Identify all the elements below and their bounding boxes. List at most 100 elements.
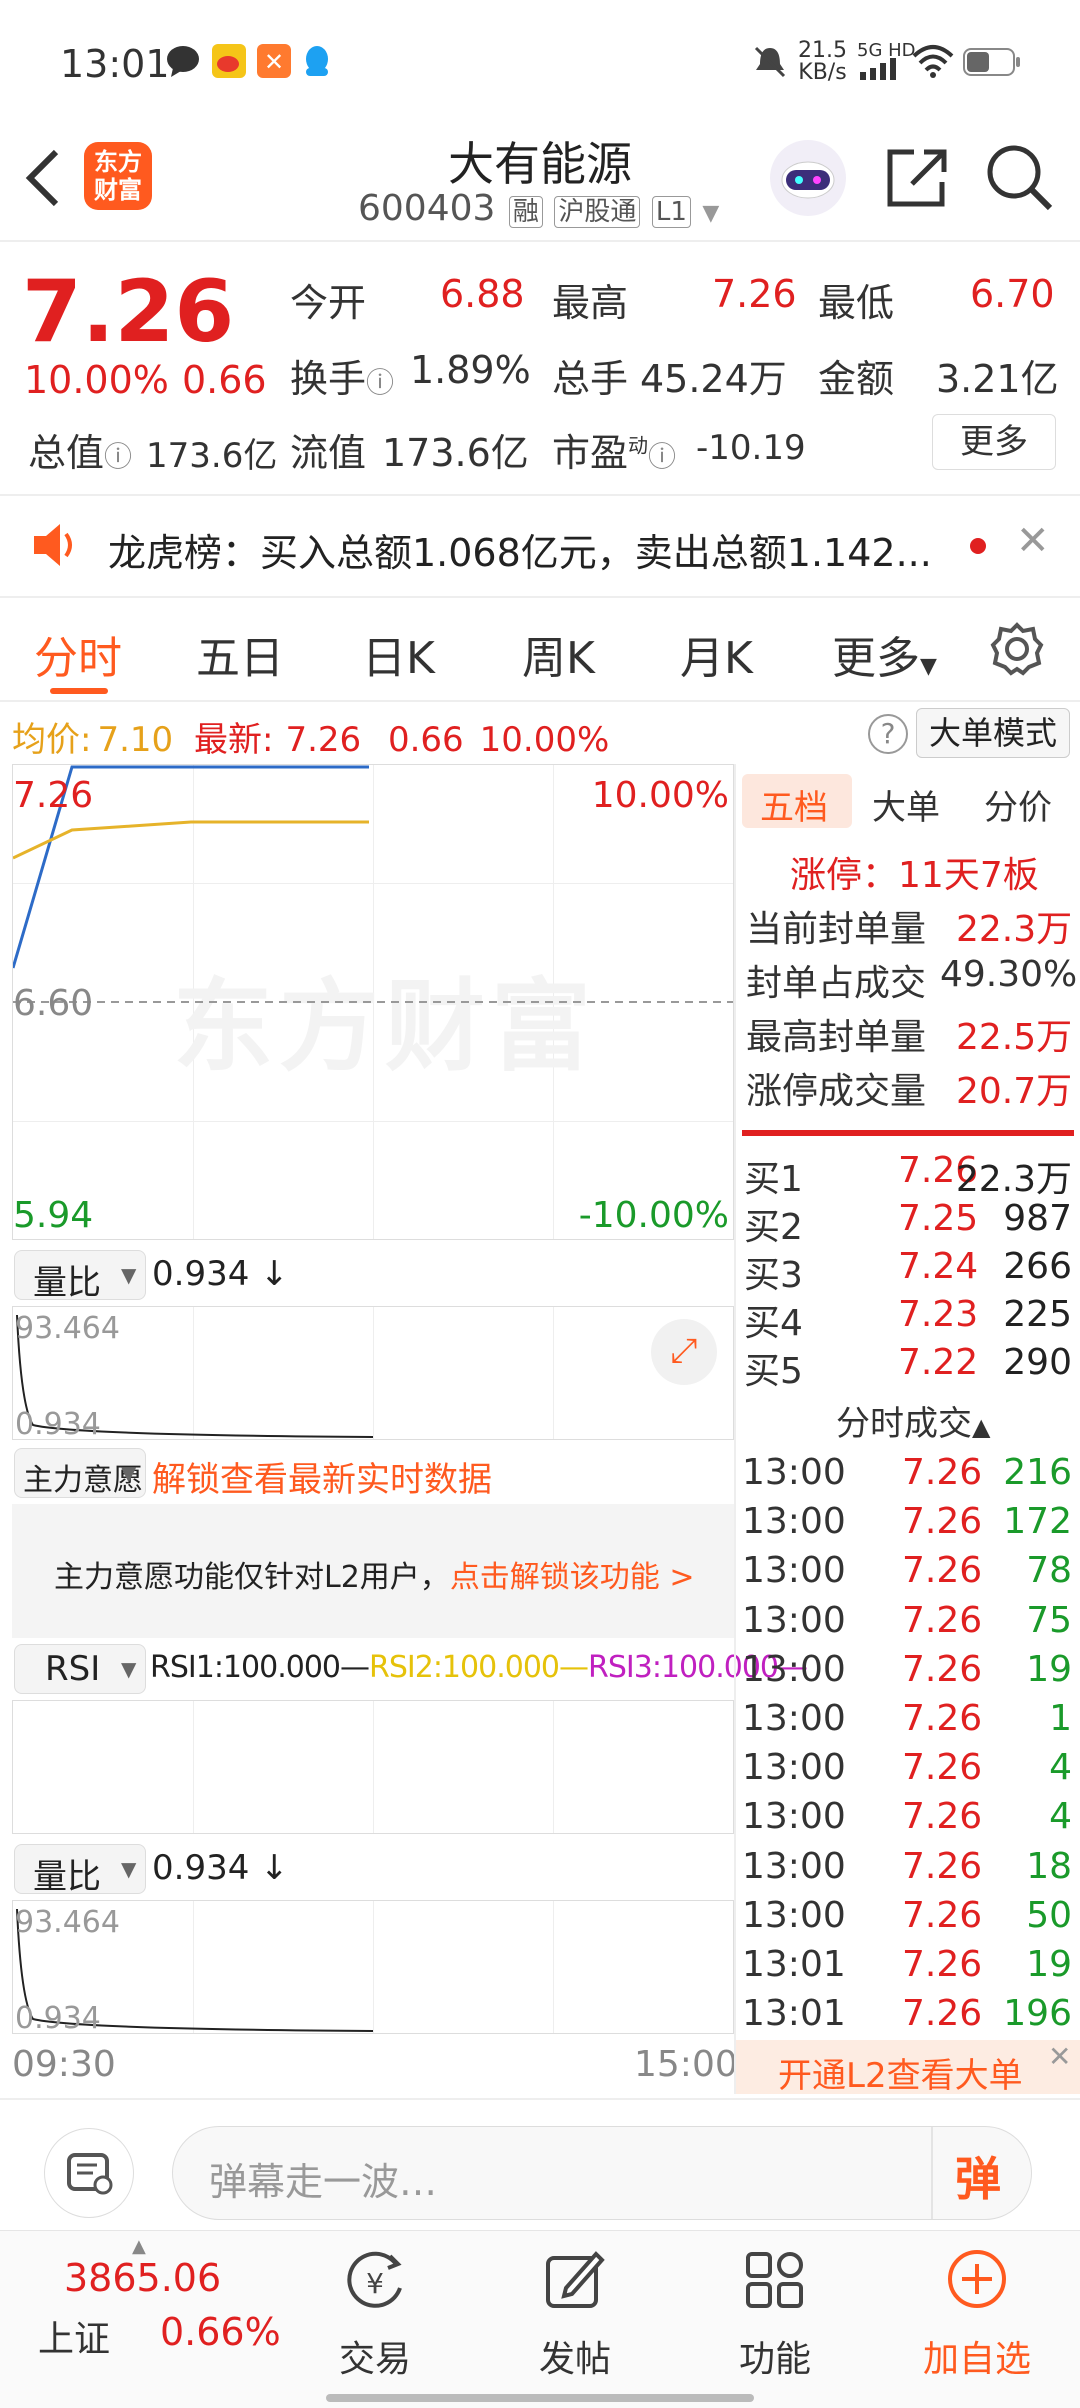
bid-label: 买4 (744, 1303, 803, 1344)
settings-icon[interactable] (990, 622, 1044, 676)
more-button[interactable]: 更多 (932, 414, 1056, 470)
trade-row[interactable]: 13:00 7.26 4 (742, 1747, 1072, 1796)
rsi-chart[interactable] (12, 1700, 734, 1834)
net-speed-unit: KB/s (798, 60, 847, 85)
bid-price: 7.22 (898, 1342, 979, 1383)
amount-value: 3.21亿 (936, 357, 1059, 401)
app-logo[interactable]: 东方 财富 (84, 142, 152, 210)
volume-value: 45.24万 (640, 357, 787, 401)
trade-row[interactable]: 13:00 7.26 78 (742, 1550, 1072, 1599)
function-grid-icon (746, 2252, 803, 2308)
danmu-placeholder: 弹幕走一波… (209, 2160, 438, 2204)
nav-trade[interactable]: ¥ 交易 (300, 2240, 450, 2380)
vr-selector[interactable]: 量比 ▼ (14, 1250, 146, 1303)
tab-more[interactable]: 更多▼ (832, 622, 937, 686)
search-icon[interactable] (984, 142, 1054, 212)
nav-post-label: 发帖 (538, 2339, 611, 2380)
tab-intraday[interactable]: 分时 (34, 622, 122, 686)
index-percent[interactable]: 0.66% (160, 2310, 281, 2354)
share-icon[interactable] (882, 142, 952, 212)
close-icon[interactable]: ✕ (1016, 518, 1050, 564)
trade-row[interactable]: 13:00 7.26 19 (742, 1649, 1072, 1698)
tab-weekly-k[interactable]: 周K (522, 622, 595, 686)
index-value[interactable]: 3865.06 (64, 2256, 221, 2300)
danmu-input[interactable]: 弹幕走一波… 弹 (172, 2126, 1032, 2220)
tab-price-dist[interactable]: 分价 (984, 780, 1052, 829)
latest-label: 最新: (193, 720, 274, 760)
danmu-send-button[interactable]: 弹 (955, 2143, 1001, 2209)
low-value: 6.70 (970, 272, 1055, 316)
comment-list-button[interactable] (44, 2128, 134, 2218)
bid-row[interactable]: 买4 7.23 225 (742, 1294, 1072, 1344)
bid-row[interactable]: 买3 7.24 266 (742, 1246, 1072, 1296)
robot-assistant-icon[interactable] (768, 138, 848, 218)
intraday-chart[interactable]: 东方财富 7.26 10.00% 6.60 5.94 -10.00% (12, 764, 734, 1240)
info-icon[interactable]: ⓘ (366, 366, 394, 399)
bid-label: 买5 (744, 1351, 803, 1392)
trade-row[interactable]: 13:01 7.26 196 (742, 1993, 1072, 2042)
big-order-mode-button[interactable]: 大单模式 (916, 708, 1070, 758)
close-icon[interactable]: ✕ (1048, 2040, 1071, 2073)
rsi-selector[interactable]: RSI ▼ (14, 1644, 146, 1694)
back-icon[interactable] (22, 148, 62, 208)
trades-header[interactable]: 分时成交▲ (836, 1396, 990, 1445)
seal-current-label: 当前封单量 (746, 909, 927, 950)
l2-banner[interactable]: 开通L2查看大单 ✕ (736, 2040, 1080, 2096)
net-speed: 21.5 KB/s (798, 40, 847, 84)
bid-row[interactable]: 买1 7.26 22.3万 (742, 1150, 1072, 1200)
nav-add-watchlist[interactable]: 加自选 (902, 2240, 1052, 2380)
change-amount: 0.66 (182, 358, 267, 402)
tab-five-levels[interactable]: 五档 (760, 780, 828, 829)
latest-value: 7.26 (285, 720, 362, 760)
trade-row[interactable]: 13:01 7.26 19 (742, 1944, 1072, 1993)
tab-daily-k[interactable]: 日K (362, 622, 435, 686)
bid-row[interactable]: 买5 7.22 290 (742, 1342, 1072, 1392)
vr2-chart[interactable]: 93.464 0.934 (12, 1900, 734, 2036)
tab-five-day[interactable]: 五日 (196, 622, 284, 686)
tab-monthly-k[interactable]: 月K (680, 622, 753, 686)
trade-row[interactable]: 13:00 7.26 18 (742, 1846, 1072, 1895)
trade-row[interactable]: 13:00 7.26 4 (742, 1796, 1072, 1845)
notice-bar[interactable]: 龙虎榜：买入总额1.068亿元，卖出总额1.142... ✕ (0, 496, 1080, 596)
turnover-label-text: 换手 (290, 357, 367, 401)
trade-icon: ¥ (347, 2251, 402, 2308)
avg-value: 7.10 (97, 720, 174, 760)
status-bar: 13:01 ✕ 21.5 KB/s 5G HD (0, 0, 1080, 120)
amount-label: 金额 (818, 357, 895, 401)
dropdown-icon[interactable]: ▼ (702, 201, 719, 226)
trade-price: 7.26 (902, 1550, 983, 1592)
main-force-selector[interactable]: 主力意愿 ▼ (14, 1448, 146, 1498)
expand-icon[interactable]: ⤢ (651, 1319, 717, 1385)
trade-price: 7.26 (902, 1845, 983, 1887)
trade-row[interactable]: 13:00 7.26 172 (742, 1501, 1072, 1550)
info-icon[interactable]: ⓘ (104, 440, 132, 473)
trade-row[interactable]: 13:00 7.26 216 (742, 1452, 1072, 1501)
trade-row[interactable]: 13:00 7.26 75 (742, 1600, 1072, 1649)
wifi-icon (912, 45, 954, 78)
help-icon[interactable]: ? (868, 714, 908, 754)
trade-row[interactable]: 13:00 7.26 1 (742, 1698, 1072, 1747)
nav-trade-label: 交易 (338, 2339, 411, 2380)
info-icon[interactable]: ⓘ (648, 440, 676, 473)
index-name[interactable]: 上证 (38, 2310, 110, 2362)
tab-big-orders[interactable]: 大单 (872, 780, 940, 829)
high-label: 最高 (552, 281, 629, 325)
unlock-feature-link[interactable]: 点击解锁该功能 > (450, 1560, 695, 1595)
trade-time: 13:00 (742, 1747, 846, 1789)
nav-function[interactable]: 功能 (700, 2240, 850, 2380)
vr-chart[interactable]: 93.464 0.934 ⤢ (12, 1306, 734, 1442)
vr2-selector[interactable]: 量比 ▼ (14, 1844, 146, 1897)
tab-indicator (50, 688, 108, 694)
bid-row[interactable]: 买2 7.25 987 (742, 1198, 1072, 1248)
trade-row[interactable]: 13:00 7.26 50 (742, 1895, 1072, 1944)
stock-code: 600403 (358, 188, 496, 229)
chart-info-row: 均价: 7.10 最新: 7.26 0.66 10.00% (12, 712, 609, 761)
unlock-realtime-link[interactable]: 解锁查看最新实时数据 (152, 1452, 492, 1501)
trade-volume: 216 (1003, 1452, 1072, 1493)
nav-post[interactable]: 发帖 (500, 2240, 650, 2380)
index-expand-icon[interactable]: ▲ (132, 2236, 146, 2257)
bid-volume: 22.3万 (955, 1159, 1072, 1200)
sort-up-icon: ▲ (972, 1413, 991, 1441)
trade-volume: 50 (1026, 1894, 1072, 1936)
y-label-top-pct: 10.00% (591, 775, 729, 816)
